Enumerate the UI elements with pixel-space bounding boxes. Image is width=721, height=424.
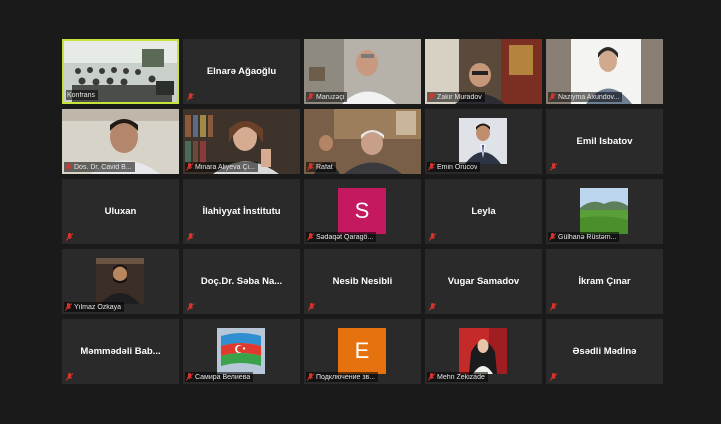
- mic-muted-icon: [307, 373, 314, 381]
- participant-tile[interactable]: Naziyma Axundov...: [546, 39, 663, 104]
- participant-tile[interactable]: E Подключение зв...: [304, 319, 421, 384]
- participant-name: Əsədli Mədinə: [572, 346, 637, 357]
- participant-label: Самира Велиева: [185, 372, 254, 382]
- participant-name: Nesib Nesibli: [332, 276, 393, 287]
- mic-muted-icon: [66, 373, 73, 381]
- participant-tile[interactable]: S Sədaqət Qaragö...: [304, 179, 421, 244]
- participant-tile[interactable]: Minara Aliyeva Çi...: [183, 109, 300, 174]
- participant-name: Dos. Dr. Cavid B...: [74, 163, 132, 171]
- participant-tile[interactable]: Əsədli Mədinə: [546, 319, 663, 384]
- mic-muted-icon: [550, 373, 557, 381]
- participant-tile[interactable]: Rafat: [304, 109, 421, 174]
- mic-muted-icon: [65, 303, 72, 311]
- participant-label: Zakir Muradov: [427, 92, 485, 102]
- participant-tile[interactable]: Doç.Dr. Səba Na...: [183, 249, 300, 314]
- mic-muted-icon: [187, 93, 194, 101]
- mic-muted-icon: [187, 233, 194, 241]
- participant-name: Emin Orucov: [437, 163, 478, 171]
- participant-name: Uluxan: [104, 206, 137, 217]
- participant-label: Naziyma Axundov...: [548, 92, 623, 102]
- participant-tile[interactable]: Elnarə Ağaoğlu: [183, 39, 300, 104]
- participant-tile[interactable]: İlahiyyat İnstitutu: [183, 179, 300, 244]
- participant-tile[interactable]: Gülhanə Rüstəm...: [546, 179, 663, 244]
- participant-tile[interactable]: Konfrans: [62, 39, 179, 104]
- participant-label: Emin Orucov: [427, 162, 481, 172]
- mic-muted-icon: [428, 373, 435, 381]
- participant-name: Самира Велиева: [195, 373, 251, 381]
- participant-tile[interactable]: Yılmaz Özkaya: [62, 249, 179, 314]
- mic-muted-icon: [307, 93, 314, 101]
- mic-muted-icon: [65, 163, 72, 171]
- participant-tile[interactable]: Самира Велиева: [183, 319, 300, 384]
- participant-name: Leyla: [471, 206, 496, 217]
- participant-label: Mehri Zekizade: [427, 372, 488, 382]
- participant-avatar: S: [338, 188, 386, 234]
- participant-tile[interactable]: Mehri Zekizade: [425, 319, 542, 384]
- participant-name: Подключение зв...: [316, 373, 376, 381]
- participant-name: Sədaqət Qaragö...: [316, 233, 374, 241]
- participant-tile[interactable]: Leyla: [425, 179, 542, 244]
- participant-tile[interactable]: Məmmədəli Bab...: [62, 319, 179, 384]
- mic-muted-icon: [308, 303, 315, 311]
- participant-avatar: E: [338, 328, 386, 374]
- participant-name: Vugar Samadov: [447, 276, 520, 287]
- mic-muted-icon: [187, 303, 194, 311]
- avatar-letter: S: [354, 198, 370, 223]
- mic-muted-icon: [549, 93, 556, 101]
- participant-tile[interactable]: İkram Çınar: [546, 249, 663, 314]
- participant-name: Konfrans: [67, 91, 96, 99]
- mic-muted-icon: [66, 233, 73, 241]
- mic-muted-icon: [429, 303, 436, 311]
- participant-label: Dos. Dr. Cavid B...: [64, 162, 135, 172]
- participant-label: Konfrans: [66, 90, 99, 100]
- participant-name: Emil Isbatov: [576, 136, 633, 147]
- participant-tile[interactable]: Dos. Dr. Cavid B...: [62, 109, 179, 174]
- mic-muted-icon: [186, 373, 193, 381]
- participant-name: Məmmədəli Bab...: [80, 346, 161, 357]
- participant-name: İkram Çınar: [578, 276, 631, 287]
- participant-label: Sədaqət Qaragö...: [306, 232, 377, 242]
- flag-photo: [217, 328, 265, 374]
- participant-label: Gülhanə Rüstəm...: [548, 232, 620, 242]
- participant-tile[interactable]: Emin Orucov: [425, 109, 542, 174]
- participant-label: Подключение зв...: [306, 372, 379, 382]
- participant-name: Gülhanə Rüstəm...: [558, 233, 617, 241]
- mic-muted-icon: [550, 303, 557, 311]
- participant-name: Naziyma Axundov...: [558, 93, 620, 101]
- participant-name: Doç.Dr. Səba Na...: [200, 276, 283, 287]
- participant-tile[interactable]: Emil Isbatov: [546, 109, 663, 174]
- participant-tile[interactable]: Nesib Nesibli: [304, 249, 421, 314]
- participant-photo: [459, 118, 507, 164]
- participant-name: Rafat: [316, 163, 333, 171]
- mic-muted-icon: [549, 233, 556, 241]
- participant-name: Minara Aliyeva Çi...: [195, 163, 255, 171]
- participant-photo: [459, 328, 507, 374]
- participant-name: Elnarə Ağaoğlu: [206, 66, 277, 77]
- participant-label: Maruzəçi: [306, 92, 348, 102]
- participant-tile[interactable]: Zakir Muradov: [425, 39, 542, 104]
- avatar-letter: E: [354, 338, 370, 363]
- gallery-view: Konfrans Elnarə Ağaoğlu Maruzəçi Zakir M…: [62, 39, 663, 385]
- mic-muted-icon: [550, 163, 557, 171]
- participant-name: Maruzəçi: [316, 93, 345, 101]
- mic-muted-icon: [428, 163, 435, 171]
- participant-photo: [96, 258, 144, 304]
- mic-muted-icon: [429, 233, 436, 241]
- participant-name: Zakir Muradov: [437, 93, 482, 101]
- participant-label: Minara Aliyeva Çi...: [185, 162, 258, 172]
- mic-muted-icon: [307, 233, 314, 241]
- participant-label: Yılmaz Özkaya: [64, 302, 125, 312]
- mic-muted-icon: [307, 163, 314, 171]
- participant-tile[interactable]: Vugar Samadov: [425, 249, 542, 314]
- participant-tile[interactable]: Maruzəçi: [304, 39, 421, 104]
- participant-label: Rafat: [306, 162, 336, 172]
- mic-muted-icon: [428, 93, 435, 101]
- participant-tile[interactable]: Uluxan: [62, 179, 179, 244]
- mic-muted-icon: [186, 163, 193, 171]
- participant-name: Mehri Zekizade: [437, 373, 485, 381]
- participant-name: Yılmaz Özkaya: [74, 303, 122, 311]
- participant-photo: [580, 188, 628, 234]
- participant-name: İlahiyyat İnstitutu: [202, 206, 281, 217]
